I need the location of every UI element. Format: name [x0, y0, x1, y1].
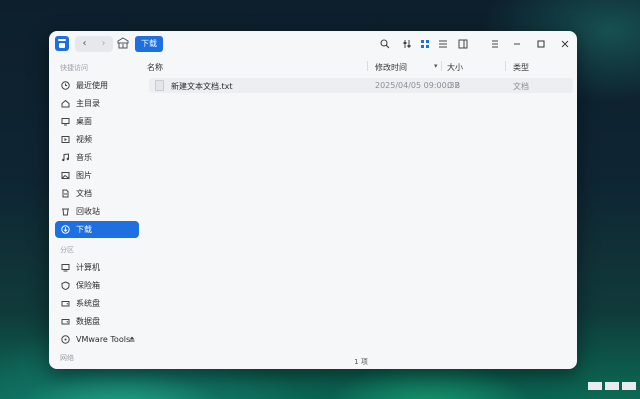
- download-icon: [60, 225, 70, 235]
- sidebar-item-trash[interactable]: 回收站: [55, 203, 139, 220]
- sidebar-item-downloads[interactable]: 下载: [55, 221, 139, 238]
- sidebar: 快捷访问 最近使用 主目录 桌面 视频 音乐 图片 文档 回收站 下载 分区 计…: [49, 57, 145, 369]
- clock-icon: [60, 81, 70, 91]
- computer-icon: [60, 263, 70, 273]
- sidebar-item-pictures[interactable]: 图片: [55, 167, 139, 184]
- sidebar-item-label: 图片: [76, 171, 92, 180]
- document-icon: [60, 189, 70, 199]
- sidebar-item-label: 主目录: [76, 99, 100, 108]
- desktop-icon: [60, 117, 70, 127]
- status-bar: 1 项: [145, 356, 577, 369]
- sidebar-item-label: VMware Tools: [76, 335, 131, 344]
- sidebar-item-label: 保险箱: [76, 281, 100, 290]
- vault-icon: [60, 281, 70, 291]
- close-icon[interactable]: [559, 38, 571, 50]
- file-list-panel: 名称 修改时间 ▾ 大小 类型 新建文本文档.txt 2025/04/05 09…: [145, 57, 577, 369]
- sidebar-item-label: 视频: [76, 135, 92, 144]
- home-icon: [60, 99, 70, 109]
- section-network: 网络: [60, 354, 74, 362]
- image-icon: [60, 171, 70, 181]
- column-header-size[interactable]: 大小: [447, 62, 463, 73]
- column-divider[interactable]: [441, 61, 442, 71]
- menu-icon[interactable]: [489, 38, 501, 50]
- column-divider[interactable]: [367, 61, 368, 71]
- icon-view-icon[interactable]: [419, 38, 431, 50]
- sidebar-item-label: 音乐: [76, 153, 92, 162]
- search-icon[interactable]: [379, 38, 391, 50]
- sidebar-item-vmware-tools[interactable]: VMware Tools: [55, 331, 139, 348]
- sidebar-item-music[interactable]: 音乐: [55, 149, 139, 166]
- sidebar-item-label: 回收站: [76, 207, 100, 216]
- file-manager-window: ‹ › 下载 快捷访问 最近使用 主目录 桌面 视频 音乐 图片 文档 回收站 …: [49, 31, 577, 369]
- sidebar-item-documents[interactable]: 文档: [55, 185, 139, 202]
- file-manager-app-icon: [55, 36, 69, 51]
- file-size: 0 B: [447, 81, 461, 90]
- file-type: 文档: [513, 82, 529, 91]
- titlebar: ‹ › 下载: [49, 31, 577, 57]
- forward-button[interactable]: ›: [94, 36, 113, 52]
- disc-icon: [60, 335, 70, 345]
- table-row[interactable]: 新建文本文档.txt 2025/04/05 09:00:32 0 B 文档: [149, 78, 573, 93]
- drive-icon: [60, 317, 70, 327]
- back-button[interactable]: ‹: [75, 36, 94, 52]
- breadcrumb-current[interactable]: 下载: [135, 36, 163, 52]
- section-partitions: 分区: [60, 246, 74, 254]
- column-header-type[interactable]: 类型: [513, 62, 529, 73]
- sidebar-item-home[interactable]: 主目录: [55, 95, 139, 112]
- sidebar-item-video[interactable]: 视频: [55, 131, 139, 148]
- file-name: 新建文本文档.txt: [171, 82, 233, 91]
- sidebar-item-label: 数据盘: [76, 317, 100, 326]
- watermark-logo: [588, 382, 636, 390]
- column-header-name[interactable]: 名称: [147, 62, 163, 73]
- sidebar-item-label: 下载: [76, 225, 92, 234]
- sort-descending-icon[interactable]: ▾: [434, 62, 438, 70]
- sidebar-item-vault[interactable]: 保险箱: [55, 277, 139, 294]
- video-icon: [60, 135, 70, 145]
- column-divider[interactable]: [505, 61, 506, 71]
- section-quick-access: 快捷访问: [60, 64, 88, 72]
- computer-crumb-icon[interactable]: [117, 37, 129, 50]
- sidebar-item-label: 最近使用: [76, 81, 108, 90]
- music-icon: [60, 153, 70, 163]
- item-count: 1 项: [354, 358, 368, 366]
- sidebar-item-data-disk[interactable]: 数据盘: [55, 313, 139, 330]
- sidebar-item-computer[interactable]: 计算机: [55, 259, 139, 276]
- sidebar-item-label: 桌面: [76, 117, 92, 126]
- trash-icon: [60, 207, 70, 217]
- sidebar-item-desktop[interactable]: 桌面: [55, 113, 139, 130]
- filter-sort-icon[interactable]: [401, 38, 413, 50]
- text-file-icon: [155, 80, 164, 91]
- navigation-buttons: ‹ ›: [75, 36, 113, 52]
- sidebar-item-label: 文档: [76, 189, 92, 198]
- maximize-icon[interactable]: [535, 38, 547, 50]
- sidebar-item-recent[interactable]: 最近使用: [55, 77, 139, 94]
- sidebar-item-label: 计算机: [76, 263, 100, 272]
- list-view-icon[interactable]: [437, 38, 449, 50]
- eject-icon[interactable]: [129, 336, 135, 342]
- sidebar-item-system-disk[interactable]: 系统盘: [55, 295, 139, 312]
- detail-panel-icon[interactable]: [457, 38, 469, 50]
- column-header-modified[interactable]: 修改时间: [375, 62, 407, 73]
- sidebar-item-label: 系统盘: [76, 299, 100, 308]
- minimize-icon[interactable]: [511, 38, 523, 50]
- drive-icon: [60, 299, 70, 309]
